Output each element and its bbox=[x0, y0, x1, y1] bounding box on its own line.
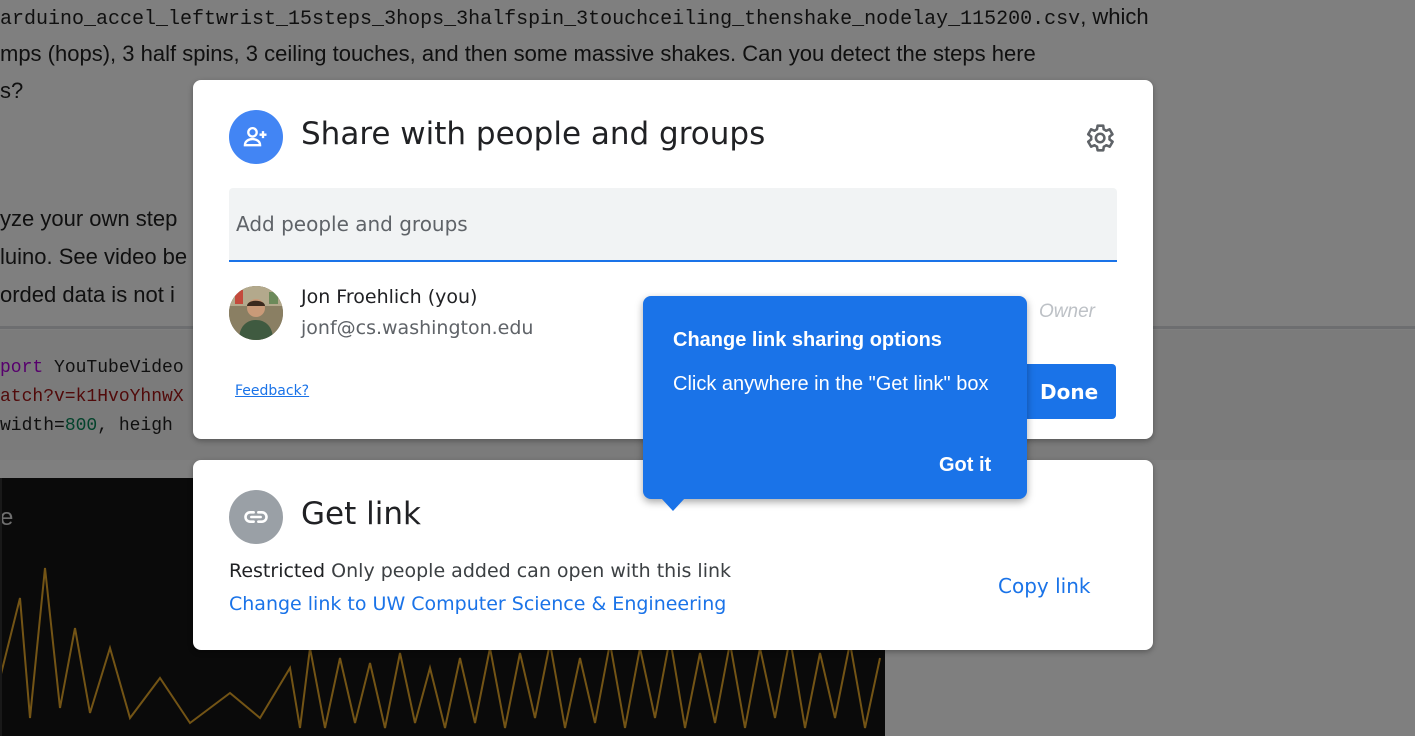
restricted-description: Only people added can open with this lin… bbox=[331, 560, 732, 582]
share-dialog-title: Share with people and groups bbox=[301, 116, 766, 152]
add-people-input[interactable] bbox=[229, 188, 1117, 262]
feedback-link[interactable]: Feedback? bbox=[235, 383, 309, 399]
tooltip-body: Click anywhere in the "Get link" box bbox=[673, 373, 989, 395]
settings-button[interactable] bbox=[1077, 116, 1121, 160]
got-it-button[interactable]: Got it bbox=[939, 454, 991, 477]
copy-link-button[interactable]: Copy link bbox=[998, 574, 1090, 598]
restricted-label: Restricted bbox=[229, 560, 326, 582]
change-link-button[interactable]: Change link to UW Computer Science & Eng… bbox=[229, 593, 726, 615]
get-link-title: Get link bbox=[301, 496, 421, 532]
link-icon bbox=[229, 490, 283, 544]
link-sharing-tooltip: Change link sharing options Click anywhe… bbox=[643, 296, 1027, 511]
person-email: jonf@cs.washington.edu bbox=[301, 317, 534, 339]
tooltip-arrow bbox=[661, 498, 685, 511]
person-add-icon bbox=[229, 110, 283, 164]
avatar bbox=[229, 286, 283, 340]
person-name: Jon Froehlich (you) bbox=[301, 286, 478, 308]
link-access-description: Restricted Only people added can open wi… bbox=[229, 560, 731, 582]
gear-icon bbox=[1086, 124, 1114, 152]
tooltip-title: Change link sharing options bbox=[673, 329, 942, 351]
person-role: Owner bbox=[1039, 301, 1095, 322]
